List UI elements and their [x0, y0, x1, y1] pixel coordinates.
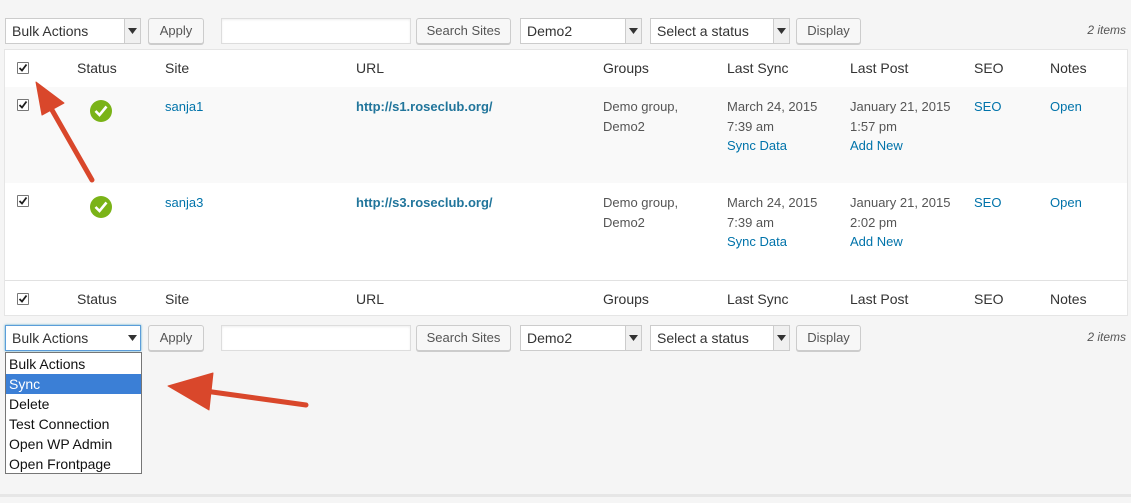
column-footer-last-sync[interactable]: Last Sync [727, 291, 788, 307]
groups-cell: Demo group, Demo2 [603, 97, 678, 136]
table-header: Status Site URL Groups Last Sync Last Po… [5, 50, 1127, 88]
chevron-down-icon [773, 19, 789, 43]
group-filter-select-top[interactable]: Demo2 [520, 18, 642, 44]
group-filter-value: Demo2 [527, 330, 573, 346]
checkmark-icon [18, 100, 28, 109]
dropdown-option-open-frontpage[interactable]: Open Frontpage [6, 454, 141, 474]
status-filter-select-bottom[interactable]: Select a status [650, 325, 790, 351]
row-checkbox[interactable] [17, 195, 29, 207]
row-checkbox[interactable] [17, 99, 29, 111]
column-header-url[interactable]: URL [356, 60, 384, 76]
groups-cell: Demo group, Demo2 [603, 193, 678, 232]
add-new-link[interactable]: Add New [850, 232, 950, 252]
site-name-link[interactable]: sanja3 [165, 193, 203, 213]
column-footer-status[interactable]: Status [77, 291, 117, 307]
groups-line: Demo2 [603, 214, 645, 230]
checkmark-icon [18, 196, 28, 205]
column-header-status[interactable]: Status [77, 60, 117, 76]
last-post-cell: January 21, 2015 2:02 pm Add New [850, 193, 950, 252]
last-sync-time: 7:39 am [727, 214, 774, 230]
bulk-actions-select-bottom[interactable]: Bulk Actions [5, 325, 141, 351]
dropdown-option-open-wp-admin[interactable]: Open WP Admin [6, 434, 141, 454]
group-filter-select-bottom[interactable]: Demo2 [520, 325, 642, 351]
last-post-date: January 21, 2015 [850, 195, 951, 210]
last-sync-time: 7:39 am [727, 118, 774, 134]
sync-data-link[interactable]: Sync Data [727, 232, 817, 252]
bulk-actions-value: Bulk Actions [12, 23, 89, 39]
last-sync-cell: March 24, 2015 7:39 am Sync Data [727, 193, 817, 252]
last-sync-date: March 24, 2015 [727, 99, 818, 114]
table-footer: Status Site URL Groups Last Sync Last Po… [5, 280, 1127, 318]
last-post-cell: January 21, 2015 1:57 pm Add New [850, 97, 950, 156]
table-row: sanja1 http://s1.roseclub.org/ Demo grou… [5, 87, 1127, 183]
groups-line: Demo group, [603, 195, 679, 210]
chevron-down-icon [125, 326, 140, 350]
status-filter-value: Select a status [657, 330, 749, 346]
column-footer-groups[interactable]: Groups [603, 291, 649, 307]
apply-button-bottom[interactable]: Apply [148, 325, 204, 351]
column-footer-last-post[interactable]: Last Post [850, 291, 908, 307]
chevron-down-icon [625, 326, 641, 350]
bulk-actions-dropdown-list: Bulk Actions Sync Delete Test Connection… [5, 352, 142, 474]
search-input-bottom[interactable] [221, 325, 411, 351]
dropdown-option-delete[interactable]: Delete [6, 394, 141, 414]
last-sync-cell: March 24, 2015 7:39 am Sync Data [727, 97, 817, 156]
groups-line: Demo2 [603, 118, 645, 134]
sites-table: Status Site URL Groups Last Sync Last Po… [4, 49, 1128, 316]
bottom-tablenav: Bulk Actions Apply Search Sites Demo2 Se… [5, 325, 1131, 353]
chevron-down-icon [773, 326, 789, 350]
sync-data-link[interactable]: Sync Data [727, 136, 817, 156]
search-sites-button-bottom[interactable]: Search Sites [416, 325, 511, 351]
status-filter-select-top[interactable]: Select a status [650, 18, 790, 44]
checkmark-icon [18, 294, 28, 303]
column-header-groups[interactable]: Groups [603, 60, 649, 76]
column-header-last-post[interactable]: Last Post [850, 60, 908, 76]
dropdown-option-test-connection[interactable]: Test Connection [6, 414, 141, 434]
bulk-actions-select-top[interactable]: Bulk Actions [5, 18, 141, 44]
notes-open-link[interactable]: Open [1050, 97, 1082, 117]
last-post-date: January 21, 2015 [850, 99, 951, 114]
last-sync-date: March 24, 2015 [727, 195, 818, 210]
column-footer-site[interactable]: Site [165, 291, 189, 307]
checkmark-icon [18, 63, 28, 72]
table-row: sanja3 http://s3.roseclub.org/ Demo grou… [5, 183, 1127, 279]
status-connected-icon [90, 196, 112, 218]
notes-open-link[interactable]: Open [1050, 193, 1082, 213]
seo-link[interactable]: SEO [974, 97, 1001, 117]
chevron-down-icon [625, 19, 641, 43]
last-post-time: 1:57 pm [850, 118, 897, 134]
search-input-top[interactable] [221, 18, 411, 44]
dropdown-option-sync[interactable]: Sync [6, 374, 141, 394]
add-new-link[interactable]: Add New [850, 136, 950, 156]
search-sites-button-top[interactable]: Search Sites [416, 18, 511, 44]
column-header-last-sync[interactable]: Last Sync [727, 60, 788, 76]
site-name-link[interactable]: sanja1 [165, 97, 203, 117]
column-header-seo[interactable]: SEO [974, 60, 1004, 76]
seo-link[interactable]: SEO [974, 193, 1001, 213]
display-button-bottom[interactable]: Display [796, 325, 861, 351]
item-count-top: 2 items [1087, 23, 1126, 37]
column-header-notes[interactable]: Notes [1050, 60, 1087, 76]
item-count-bottom: 2 items [1087, 330, 1126, 344]
site-url-link[interactable]: http://s1.roseclub.org/ [356, 97, 493, 117]
column-footer-notes[interactable]: Notes [1050, 291, 1087, 307]
last-post-time: 2:02 pm [850, 214, 897, 230]
chevron-down-icon [124, 19, 140, 43]
column-header-site[interactable]: Site [165, 60, 189, 76]
display-button-top[interactable]: Display [796, 18, 861, 44]
top-tablenav: Bulk Actions Apply Search Sites Demo2 Se… [5, 18, 1131, 46]
apply-button-top[interactable]: Apply [148, 18, 204, 44]
groups-line: Demo group, [603, 99, 679, 114]
select-all-checkbox[interactable] [17, 62, 29, 74]
status-filter-value: Select a status [657, 23, 749, 39]
column-footer-url[interactable]: URL [356, 291, 384, 307]
dropdown-option-bulk-actions[interactable]: Bulk Actions [6, 354, 141, 374]
group-filter-value: Demo2 [527, 23, 573, 39]
site-url-link[interactable]: http://s3.roseclub.org/ [356, 193, 493, 213]
column-footer-seo[interactable]: SEO [974, 291, 1004, 307]
select-all-checkbox-footer[interactable] [17, 293, 29, 305]
bulk-actions-value: Bulk Actions [12, 330, 89, 346]
status-connected-icon [90, 100, 112, 122]
